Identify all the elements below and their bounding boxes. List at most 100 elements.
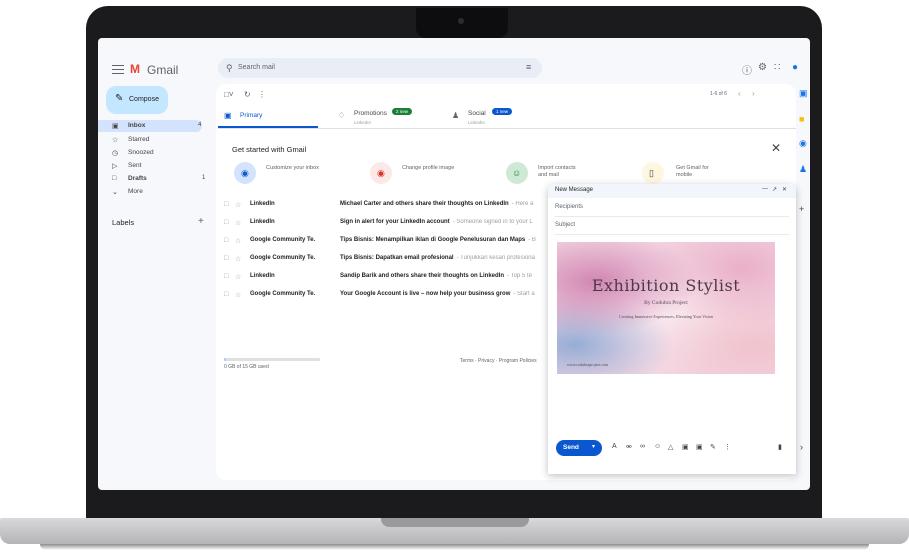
settings-icon[interactable]: ⚙: [758, 62, 767, 73]
more-vert-icon[interactable]: ⋮: [258, 90, 266, 99]
tab-social[interactable]: Social: [468, 110, 486, 117]
discard-icon[interactable]: ▮: [778, 443, 782, 451]
tab-promotions[interactable]: Promotions: [354, 110, 387, 117]
email-subject: Michael Carter and others share their th…: [340, 201, 509, 207]
sidebar-item-label: Drafts: [128, 175, 147, 182]
sidebar-item-count: 4: [198, 122, 202, 128]
email-subject: Sign in alert for your LinkedIn account: [340, 219, 450, 225]
search-options-icon[interactable]: ≡: [526, 62, 531, 72]
expand-panel-icon[interactable]: ›: [800, 442, 803, 452]
next-page-icon[interactable]: ›: [752, 89, 755, 98]
recipients-input[interactable]: Recipients: [555, 204, 583, 210]
prev-page-icon[interactable]: ‹: [738, 89, 741, 98]
emoji-icon[interactable]: ☺: [654, 443, 661, 450]
schedule-send-icon[interactable]: ▾: [592, 443, 595, 450]
screen: M Gmail ⚲ Search mail ≡ ⓘ ⚙ ∷ ● ✎ Compos…: [98, 38, 810, 490]
inline-image[interactable]: Exhibition Stylist By Codubra Project Cr…: [557, 242, 775, 374]
footer-links[interactable]: Terms · Privacy · Program Policies: [460, 358, 537, 364]
storage-bar-fill: [224, 358, 226, 361]
tab-promotions-sub: LinkedIn: [354, 120, 372, 125]
star-icon: ☆: [112, 137, 119, 144]
add-app-icon[interactable]: +: [799, 204, 804, 214]
help-icon[interactable]: ⓘ: [742, 62, 752, 77]
chevron-down-icon: ⌄: [112, 189, 118, 196]
minimize-icon[interactable]: —: [762, 186, 768, 192]
close-icon[interactable]: ✕: [771, 141, 781, 155]
laptop-opening-notch: [381, 518, 529, 527]
formatting-icon[interactable]: A: [612, 443, 617, 450]
email-subject: Tips Bisnis: Menampilkan iklan di Google…: [340, 237, 526, 243]
email-snippet: - B: [528, 237, 536, 243]
row-checkbox-icon[interactable]: □: [224, 237, 228, 244]
add-label-icon[interactable]: +: [198, 216, 204, 227]
refresh-icon[interactable]: ↻: [244, 90, 251, 99]
select-checkbox-icon[interactable]: □˅: [224, 90, 234, 99]
signature-icon[interactable]: ✎: [710, 443, 716, 451]
inbox-icon: ▣: [224, 111, 232, 120]
tab-primary[interactable]: Primary: [240, 112, 262, 119]
email-subject: Sandip Barik and others share their thou…: [340, 273, 505, 279]
new-badge: 2 new: [392, 108, 413, 115]
tab-divider: [218, 128, 796, 129]
row-checkbox-icon[interactable]: □: [224, 255, 228, 262]
email-sender: LinkedIn: [250, 273, 275, 279]
star-icon[interactable]: ☆: [235, 201, 241, 209]
new-badge: 1 new: [492, 108, 513, 115]
lock-icon[interactable]: ▣: [696, 443, 703, 451]
star-icon[interactable]: ☆: [235, 273, 241, 281]
people-icon: ♟: [452, 111, 460, 120]
account-icon[interactable]: ●: [792, 62, 798, 73]
star-icon[interactable]: ☆: [235, 255, 241, 263]
email-snippet: - Tunjukkan kesan profesiona: [456, 255, 535, 261]
keep-icon[interactable]: ■: [799, 114, 804, 124]
row-checkbox-icon[interactable]: □: [224, 219, 228, 226]
poster-title: Exhibition Stylist: [591, 276, 741, 295]
main-menu-icon[interactable]: [112, 65, 124, 74]
star-icon[interactable]: ☆: [235, 219, 241, 227]
sidebar-item-label: Snoozed: [128, 149, 154, 156]
star-icon[interactable]: ☆: [235, 237, 241, 245]
row-checkbox-icon[interactable]: □: [224, 291, 228, 298]
drive-icon[interactable]: △: [668, 443, 673, 451]
attach-icon[interactable]: ⚮: [626, 443, 632, 451]
star-icon[interactable]: ☆: [235, 291, 241, 299]
gmail-logo-icon[interactable]: M: [130, 62, 140, 76]
sidebar-item-label: Inbox: [128, 122, 146, 129]
compose-window: New Message — ↗ ✕ Recipients Subject Exh…: [548, 184, 796, 474]
more-options-icon[interactable]: ⋮: [724, 443, 731, 451]
expand-icon[interactable]: ↗: [772, 186, 777, 193]
get-started-card-label[interactable]: Import contacts and mail: [538, 165, 582, 179]
poster-url: www.codubraproject.com: [567, 362, 609, 367]
get-started-card-label[interactable]: Change profile image: [402, 165, 462, 172]
poster-tagline: Creating Immersive Experiences, Elevatin…: [619, 314, 713, 319]
get-started-card-label[interactable]: Get Gmail for mobile: [676, 165, 726, 179]
field-divider: [555, 234, 789, 235]
mobile-icon: ▯: [649, 168, 654, 178]
search-input[interactable]: Search mail: [238, 64, 275, 71]
contacts-icon[interactable]: ♟: [799, 164, 807, 175]
tasks-icon[interactable]: ◉: [799, 138, 807, 149]
row-checkbox-icon[interactable]: □: [224, 273, 228, 280]
clock-icon: ◷: [112, 150, 119, 157]
close-icon[interactable]: ✕: [782, 186, 787, 193]
row-checkbox-icon[interactable]: □: [224, 201, 228, 208]
subject-input[interactable]: Subject: [555, 222, 575, 228]
calendar-icon[interactable]: ▣: [799, 88, 808, 99]
compose-label: Compose: [129, 96, 159, 103]
apps-grid-icon[interactable]: ∷: [774, 62, 780, 73]
import-contacts-icon: ☺: [512, 168, 522, 178]
storage-text[interactable]: 0 GB of 15 GB used: [224, 364, 269, 370]
link-icon[interactable]: ∞: [640, 443, 645, 450]
email-subject: Tips Bisnis: Dapatkan email profesional: [340, 255, 454, 261]
sidebar-item-label: Starred: [128, 136, 150, 143]
pager-text: 1-6 of 6: [710, 91, 727, 97]
get-started-title: Get started with Gmail: [232, 145, 307, 154]
search-icon[interactable]: ⚲: [226, 63, 233, 74]
customize-icon: ◉: [241, 168, 249, 178]
tab-social-sub: LinkedIn: [468, 120, 486, 125]
insert-photo-icon[interactable]: ▣: [682, 443, 689, 451]
get-started-card-label[interactable]: Customize your inbox: [266, 165, 326, 172]
pencil-icon: ✎: [115, 93, 124, 104]
poster-byline: By Codubra Project: [644, 300, 688, 306]
email-sender: LinkedIn: [250, 201, 275, 207]
